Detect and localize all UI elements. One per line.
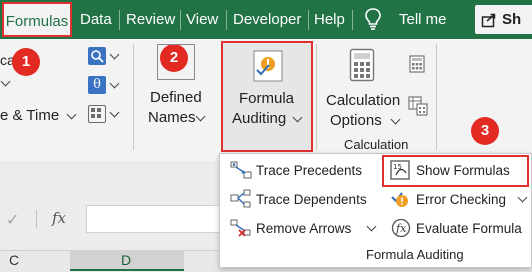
insert-function-icon[interactable]: fx <box>52 209 66 227</box>
share-label: Sh <box>502 11 522 28</box>
calculate-sheet-icon[interactable] <box>408 96 428 121</box>
math-trig-icon[interactable]: θ <box>88 76 106 94</box>
column-label-c: C <box>9 252 20 268</box>
ribbon-tab-bar: Formulas Data Review View Developer Help… <box>0 0 532 39</box>
defined-names-label-1[interactable]: Defined <box>150 89 202 106</box>
defined-names-icon <box>157 44 195 80</box>
formula-auditing-label-1: Formula <box>239 90 295 107</box>
svg-text:fx: fx <box>395 222 407 235</box>
tab-data[interactable]: Data <box>80 0 112 39</box>
date-time-button[interactable]: e & Time <box>0 107 59 124</box>
more-functions-icon[interactable] <box>88 105 106 123</box>
lightbulb-icon[interactable] <box>364 7 382 36</box>
tab-separator <box>308 10 309 30</box>
trace-dependents-icon <box>230 189 252 214</box>
calculation-options-label-2[interactable]: Options <box>330 112 382 129</box>
column-header-c[interactable]: C <box>0 250 70 271</box>
formula-bar-divider <box>36 210 37 228</box>
group-separator <box>436 44 437 150</box>
error-checking-item[interactable]: Error Checking <box>416 192 506 207</box>
error-checking-icon <box>390 189 412 214</box>
tab-developer[interactable]: Developer <box>233 0 301 39</box>
evaluate-formula-item[interactable]: Evaluate Formula <box>416 221 522 236</box>
formula-auditing-label-2: Auditing <box>232 110 287 127</box>
show-formulas-item[interactable]: Show Formulas <box>416 163 510 178</box>
enter-check-icon[interactable]: ✓ <box>6 210 19 230</box>
remove-arrows-item[interactable]: Remove Arrows <box>256 221 351 236</box>
lookup-reference-icon[interactable] <box>88 47 106 65</box>
tell-me-search[interactable]: Tell me <box>399 0 447 39</box>
trace-dependents-item[interactable]: Trace Dependents <box>256 192 367 207</box>
step-badge-3: 3 <box>471 117 499 145</box>
formula-auditing-group-label: Formula Auditing <box>366 247 464 262</box>
tab-separator <box>119 10 120 30</box>
group-separator <box>133 44 134 150</box>
tab-view[interactable]: View <box>186 0 218 39</box>
group-separator <box>316 44 317 150</box>
tab-help[interactable]: Help <box>314 0 345 39</box>
formula-auditing-icon <box>249 48 287 89</box>
step-badge-1: 1 <box>12 48 40 76</box>
tab-separator <box>180 10 181 30</box>
calculation-options-label-1[interactable]: Calculation <box>326 92 400 109</box>
share-icon <box>481 12 497 33</box>
calculation-group-label: Calculation <box>344 137 409 152</box>
calculate-now-icon[interactable] <box>408 55 426 78</box>
show-formulas-icon: 15 <box>390 160 412 187</box>
remove-arrows-icon <box>230 218 252 243</box>
evaluate-formula-icon: fx <box>391 218 411 243</box>
trace-precedents-item[interactable]: Trace Precedents <box>256 163 362 178</box>
calculator-icon <box>349 48 375 87</box>
tab-review[interactable]: Review <box>126 0 175 39</box>
tab-separator <box>226 10 227 30</box>
tab-formulas[interactable]: Formulas <box>2 2 72 37</box>
column-header-d[interactable]: D <box>70 250 184 271</box>
defined-names-label-2[interactable]: Names <box>148 109 196 126</box>
tab-separator <box>352 10 353 30</box>
column-label-d: D <box>121 252 132 268</box>
trace-precedents-icon <box>230 160 252 185</box>
